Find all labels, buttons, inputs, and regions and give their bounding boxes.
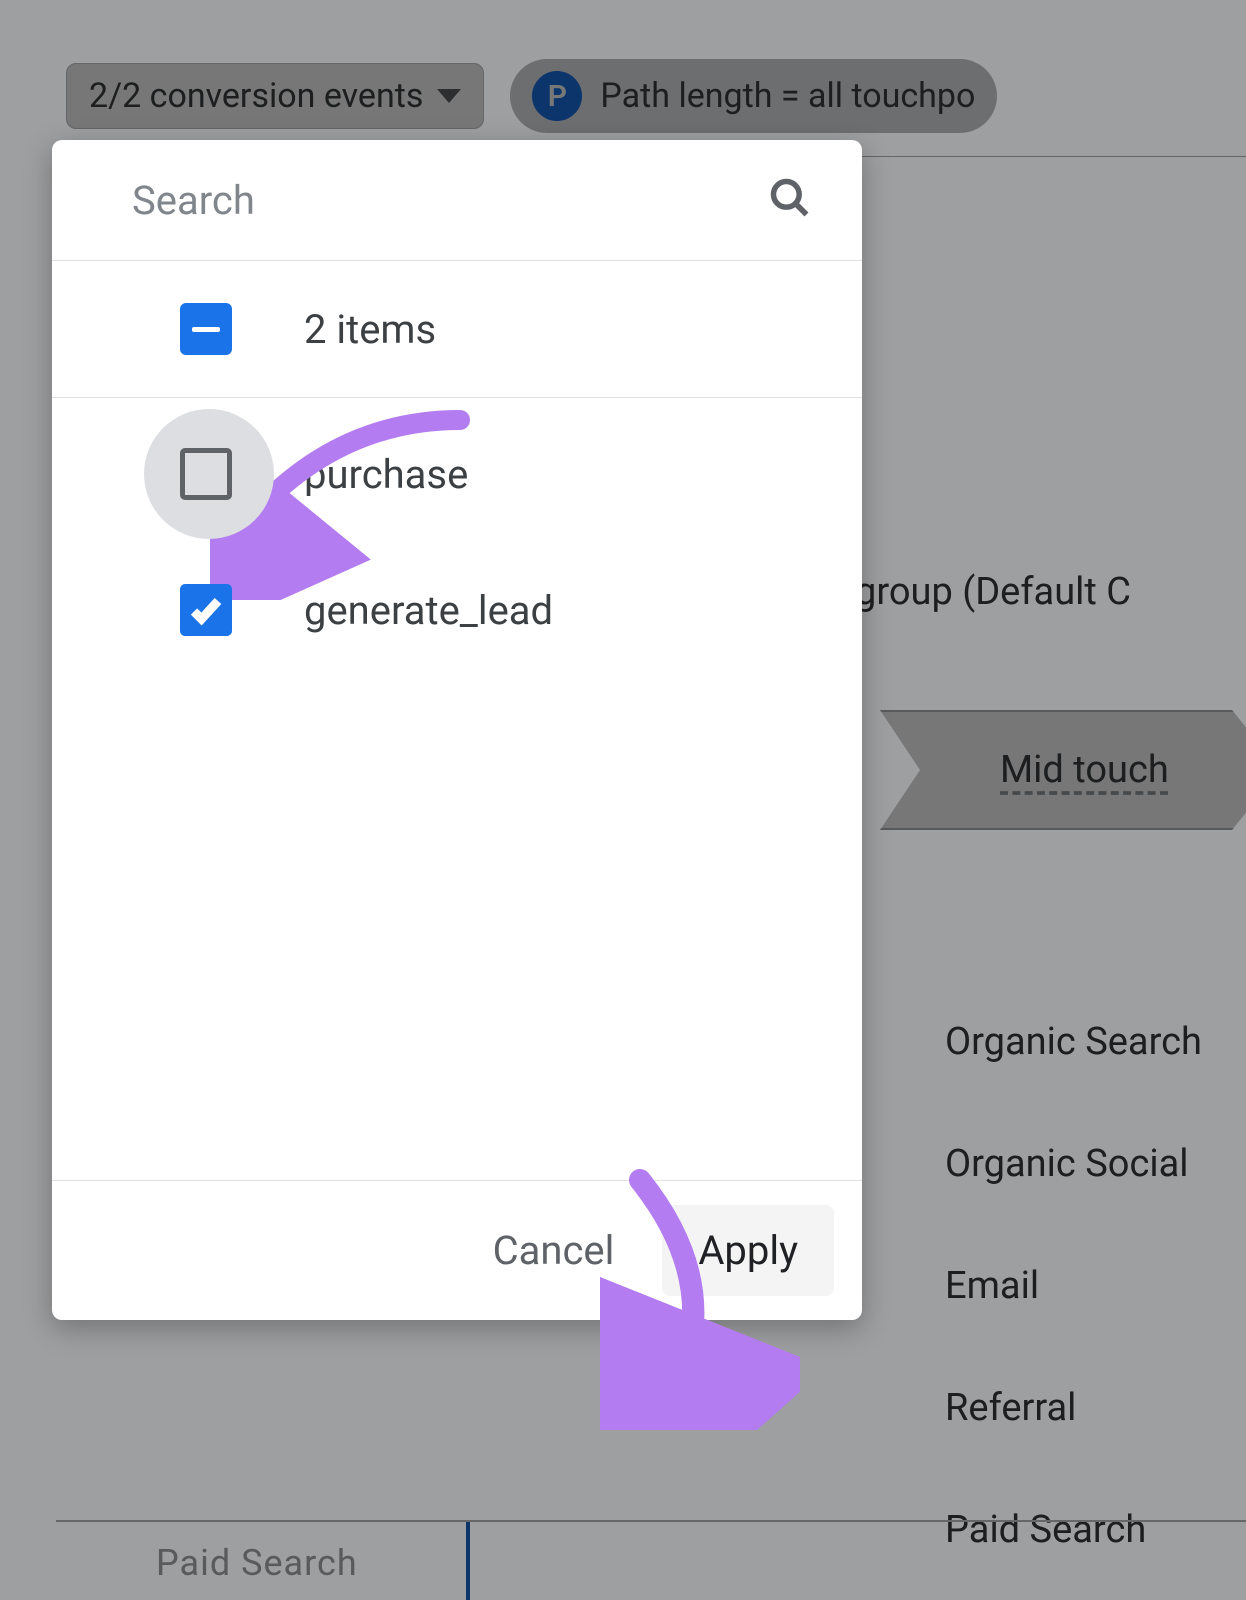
search-input[interactable] [132, 177, 768, 224]
checkbox-checked-icon[interactable] [180, 584, 232, 636]
option-row-purchase[interactable]: purchase [52, 406, 862, 542]
option-row-generate-lead[interactable]: generate_lead [52, 542, 862, 678]
search-icon[interactable] [768, 176, 812, 224]
option-label: purchase [304, 451, 468, 498]
apply-button[interactable]: Apply [662, 1205, 834, 1296]
select-all-checkbox[interactable] [180, 303, 232, 355]
cancel-button[interactable]: Cancel [457, 1205, 651, 1296]
conversion-events-popover: 2 items purchase generate_lead Cancel Ap… [52, 140, 862, 1320]
option-label: generate_lead [304, 587, 553, 634]
checkbox-unchecked-icon[interactable] [180, 448, 232, 500]
summary-count-label: 2 items [304, 306, 436, 353]
